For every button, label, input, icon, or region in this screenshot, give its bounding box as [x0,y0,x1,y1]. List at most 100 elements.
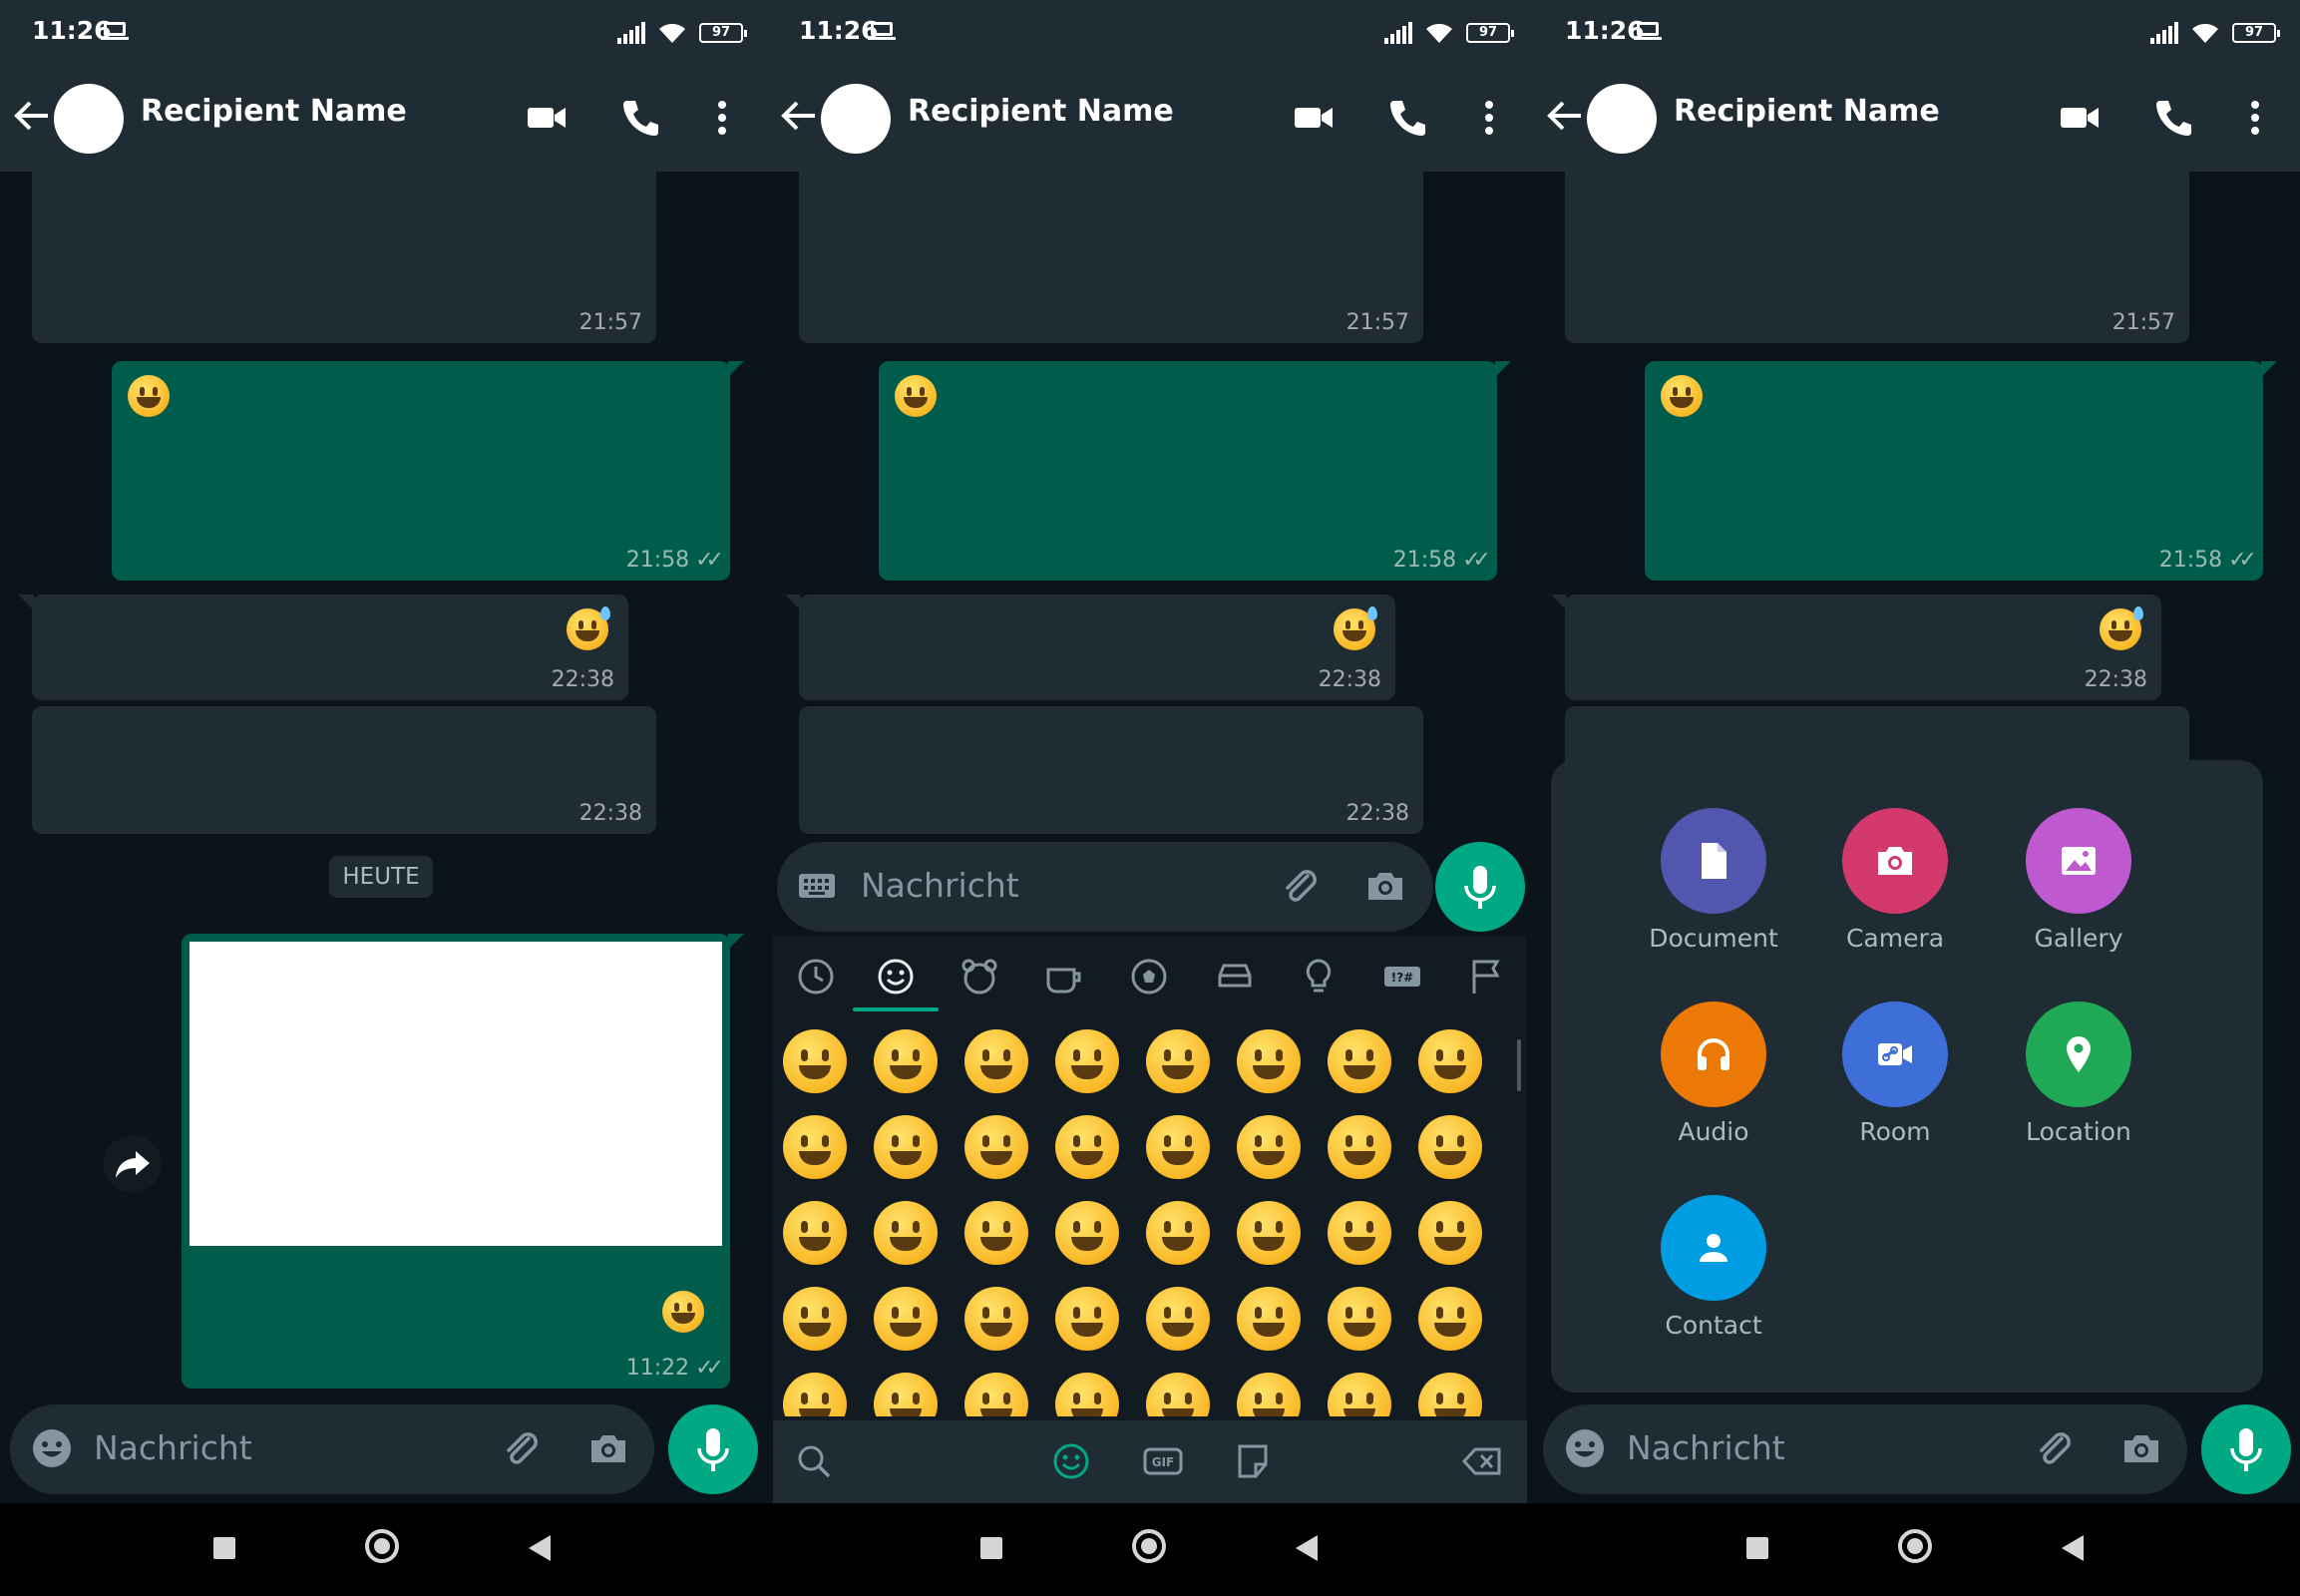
attach-audio-button[interactable]: Audio [1639,1001,1788,1146]
emoji-key[interactable] [1328,1373,1391,1416]
back-arrow-icon[interactable] [1543,94,1587,138]
attach-icon[interactable] [499,1426,543,1470]
message-input[interactable]: Nachricht [94,1428,252,1467]
message-input-bar[interactable]: Nachricht [10,1404,654,1494]
emoji-key[interactable] [1055,1201,1119,1265]
emoji-key[interactable] [783,1201,847,1265]
message-bubble-incoming[interactable]: 22:38 [18,595,628,700]
phone-icon[interactable] [618,96,662,140]
emoji-key[interactable] [1055,1115,1119,1179]
search-icon[interactable] [793,1440,835,1482]
more-options-icon[interactable] [1467,96,1511,140]
emoji-key[interactable] [1146,1201,1210,1265]
message-bubble-outgoing[interactable]: 21:58 ✓✓ [112,361,744,581]
emoji-key[interactable] [874,1287,938,1351]
more-options-icon[interactable] [700,96,744,140]
attach-icon[interactable] [1278,864,1322,908]
message-bubble-outgoing-image[interactable]: 11:22 ✓✓ [182,934,744,1389]
home-button[interactable] [365,1529,399,1563]
gif-icon[interactable]: GIF [1142,1440,1184,1482]
back-arrow-icon[interactable] [10,94,54,138]
camera-icon[interactable] [2119,1426,2163,1470]
camera-icon[interactable] [586,1426,630,1470]
system-back-button[interactable] [1296,1535,1318,1561]
food-category-icon[interactable] [1042,956,1084,998]
avatar[interactable] [1587,84,1657,154]
recent-clock-icon[interactable] [795,956,837,998]
voice-message-button[interactable] [668,1404,758,1494]
emoji-key[interactable] [1237,1115,1301,1179]
phone-icon[interactable] [1385,96,1429,140]
emoji-key[interactable] [1146,1287,1210,1351]
attach-camera-button[interactable]: Camera [1820,808,1970,953]
system-back-button[interactable] [529,1535,551,1561]
recents-button[interactable] [213,1537,235,1559]
emoji-key[interactable] [783,1287,847,1351]
attach-document-button[interactable]: Document [1639,808,1788,953]
attach-contact-button[interactable]: Contact [1639,1195,1788,1340]
chat-title[interactable]: Recipient Name [141,94,407,129]
image-attachment[interactable] [190,942,722,1246]
video-call-icon[interactable] [1292,96,1336,140]
voice-message-button[interactable] [2201,1404,2291,1494]
emoji-key[interactable] [1146,1373,1210,1416]
message-bubble-outgoing[interactable]: 21:58 ✓✓ [879,361,1511,581]
chat-title[interactable]: Recipient Name [908,94,1174,129]
home-button[interactable] [1898,1529,1932,1563]
attach-icon[interactable] [2032,1426,2076,1470]
objects-category-icon[interactable] [1298,956,1340,998]
emoji-key[interactable] [1146,1115,1210,1179]
forward-button[interactable] [104,1135,162,1193]
emoji-key[interactable] [1328,1287,1391,1351]
emoji-key[interactable] [964,1029,1028,1093]
emoji-key[interactable] [1146,1029,1210,1093]
emoji-key[interactable] [1418,1201,1482,1265]
emoji-key[interactable] [1237,1201,1301,1265]
video-call-icon[interactable] [525,96,569,140]
emoji-key[interactable] [1328,1201,1391,1265]
emoji-key[interactable] [1418,1029,1482,1093]
message-bubble-incoming[interactable]: 21:57 [799,172,1423,343]
flags-category-icon[interactable] [1465,956,1507,998]
video-call-icon[interactable] [2058,96,2102,140]
recents-button[interactable] [1746,1537,1768,1559]
emoji-key[interactable] [1418,1373,1482,1416]
emoji-key[interactable] [874,1201,938,1265]
emoji-key[interactable] [1237,1029,1301,1093]
emoji-key[interactable] [874,1115,938,1179]
emoji-scrollbar[interactable] [1517,1039,1521,1091]
back-arrow-icon[interactable] [777,94,821,138]
message-bubble-incoming[interactable]: 22:38 [799,706,1423,834]
emoji-icon[interactable] [1563,1426,1607,1470]
emoji-key[interactable] [1055,1373,1119,1416]
message-bubble-outgoing[interactable]: 21:58 ✓✓ [1645,361,2277,581]
emoji-tab-icon[interactable] [1050,1440,1092,1482]
emoji-key[interactable] [1418,1115,1482,1179]
emoji-key[interactable] [964,1287,1028,1351]
emoji-icon[interactable] [30,1426,74,1470]
emoji-key[interactable] [1328,1029,1391,1093]
emoji-key[interactable] [964,1373,1028,1416]
emoji-key[interactable] [783,1029,847,1093]
backspace-icon[interactable] [1461,1440,1503,1482]
emoji-key[interactable] [1055,1029,1119,1093]
emoji-key[interactable] [1055,1287,1119,1351]
message-input-bar[interactable]: Nachricht [1543,1404,2187,1494]
message-bubble-incoming[interactable]: 21:57 [32,172,656,343]
emoji-key[interactable] [783,1115,847,1179]
emoji-key[interactable] [964,1115,1028,1179]
symbols-category-icon[interactable]: !?# [1381,956,1423,998]
message-bubble-incoming[interactable]: 22:38 [1551,595,2161,700]
sticker-icon[interactable] [1232,1440,1274,1482]
attach-location-button[interactable]: Location [2004,1001,2153,1146]
message-bubble-incoming[interactable]: 22:38 [32,706,656,834]
message-input[interactable]: Nachricht [1627,1428,1785,1467]
avatar[interactable] [821,84,891,154]
emoji-key[interactable] [783,1373,847,1416]
voice-message-button[interactable] [1435,842,1525,932]
emoji-key[interactable] [1237,1373,1301,1416]
emoji-key[interactable] [874,1029,938,1093]
attach-gallery-button[interactable]: Gallery [2004,808,2153,953]
attach-room-button[interactable]: Room [1820,1001,1970,1146]
emoji-key[interactable] [874,1373,938,1416]
